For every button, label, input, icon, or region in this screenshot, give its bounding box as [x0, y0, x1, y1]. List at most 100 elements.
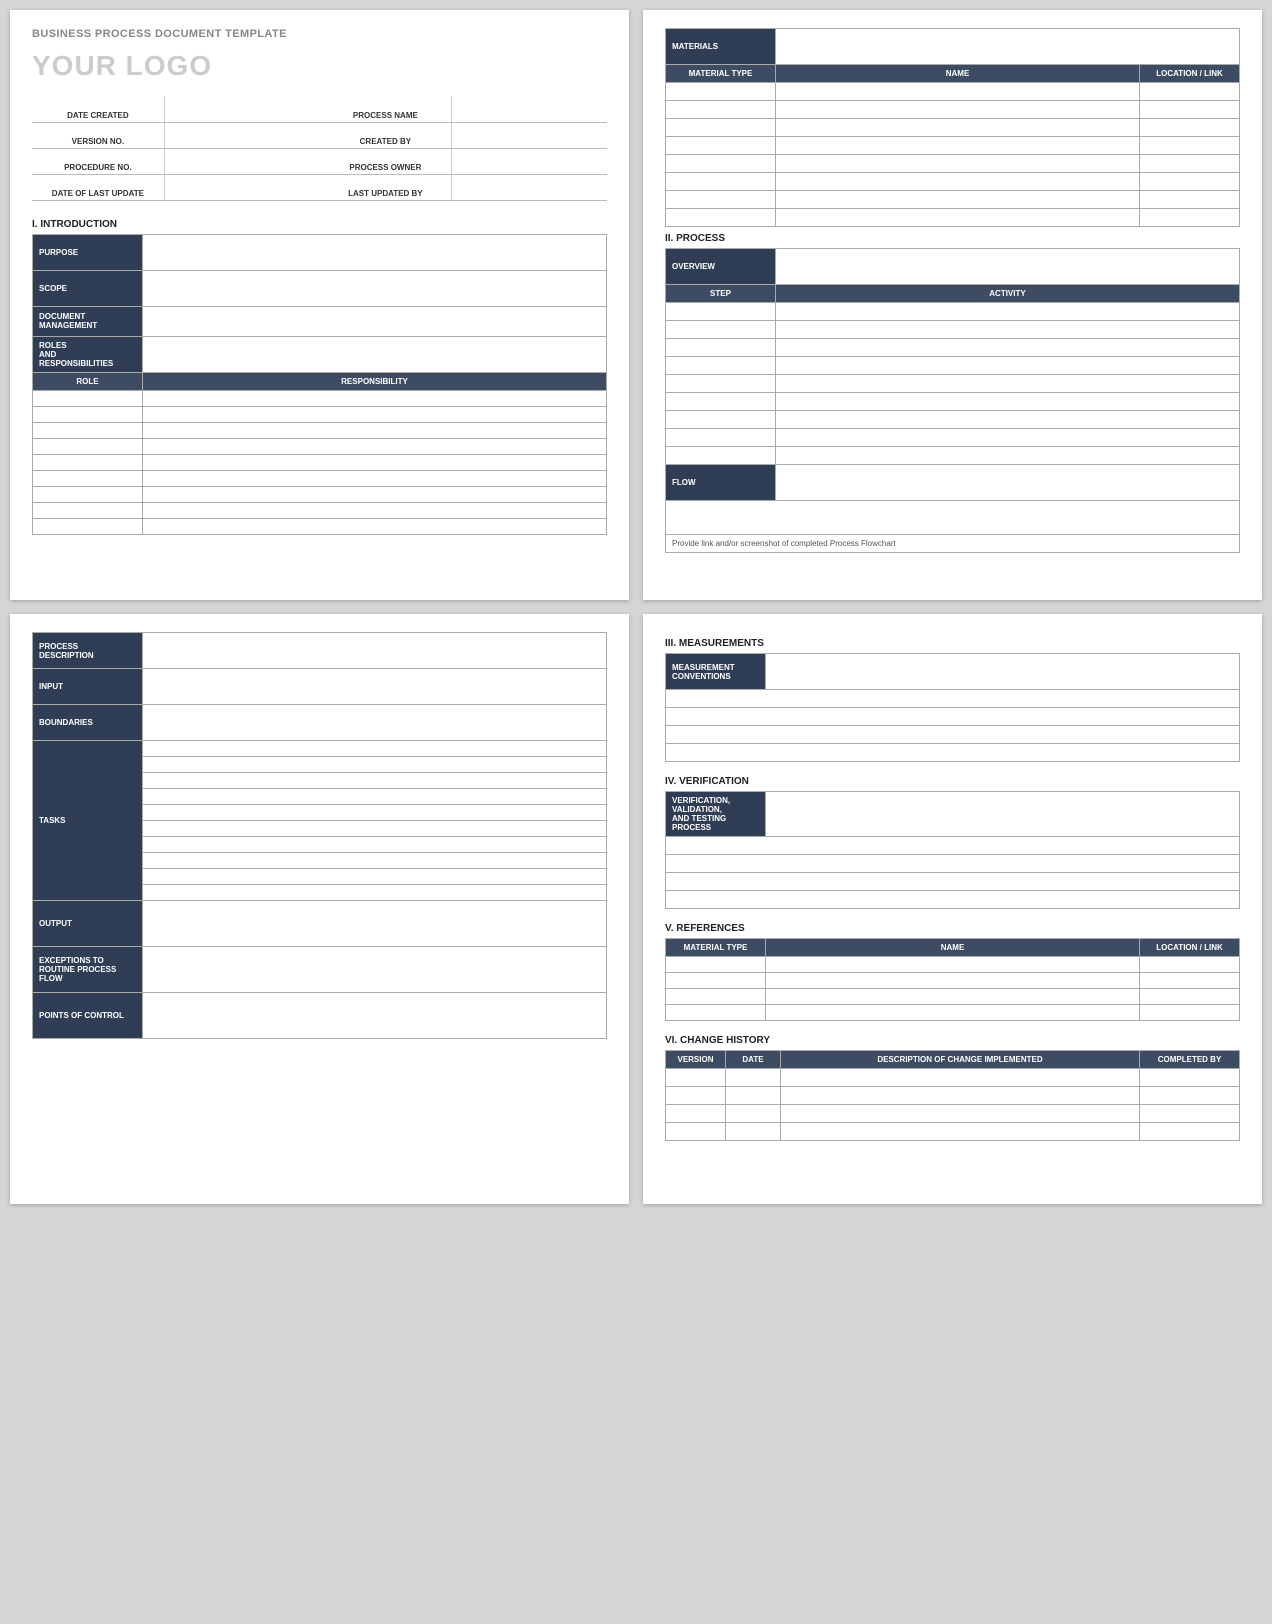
- meta-date-created-value: [164, 96, 319, 122]
- step-cell: [666, 375, 776, 393]
- ref-type-cell: [666, 1005, 766, 1021]
- mat-name-cell: [776, 191, 1140, 209]
- ch-comp-cell: [1140, 1087, 1240, 1105]
- step-cell: [666, 321, 776, 339]
- role-cell: [33, 470, 143, 486]
- ch-comp-cell: [1140, 1069, 1240, 1087]
- task-cell: [143, 805, 607, 821]
- ch-ver-cell: [666, 1087, 726, 1105]
- activity-cell: [776, 303, 1240, 321]
- section-references-heading: V. REFERENCES: [665, 923, 1240, 934]
- ref-loc-cell: [1140, 989, 1240, 1005]
- meta-table: DATE CREATED PROCESS NAME VERSION NO. CR…: [32, 96, 607, 201]
- mat-type-cell: [666, 119, 776, 137]
- activity-cell: [776, 411, 1240, 429]
- role-cell: [33, 486, 143, 502]
- meta-last-update-label: DATE OF LAST UPDATE: [32, 174, 164, 200]
- ref-name-cell: [766, 973, 1140, 989]
- ch-date-cell: [726, 1069, 781, 1087]
- materials-label: MATERIALS: [666, 29, 776, 65]
- points-label: POINTS OF CONTROL: [33, 993, 143, 1039]
- activity-cell: [776, 339, 1240, 357]
- flow-spacer: [666, 501, 1240, 535]
- mat-loc-cell: [1140, 209, 1240, 227]
- document-title: BUSINESS PROCESS DOCUMENT TEMPLATE: [32, 28, 607, 40]
- mat-loc-cell: [1140, 155, 1240, 173]
- ch-ver-cell: [666, 1069, 726, 1087]
- ch-ver-cell: [666, 1123, 726, 1141]
- meta-procedure-value: [164, 148, 319, 174]
- roles-resp-value: [143, 336, 607, 372]
- resp-cell: [143, 390, 607, 406]
- mat-loc-cell: [1140, 83, 1240, 101]
- ref-name-cell: [766, 989, 1140, 1005]
- page-3: PROCESS DESCRIPTION INPUT BOUNDARIES TAS…: [10, 614, 629, 1204]
- exceptions-value: [143, 947, 607, 993]
- resp-cell: [143, 422, 607, 438]
- mat-name-cell: [776, 119, 1140, 137]
- scope-label: SCOPE: [33, 270, 143, 306]
- process-table: OVERVIEW STEP ACTIVITY FLOW Provide link…: [665, 248, 1240, 553]
- output-value: [143, 901, 607, 947]
- ch-desc-cell: [781, 1087, 1140, 1105]
- mat-type-cell: [666, 191, 776, 209]
- role-cell: [33, 390, 143, 406]
- meas-conv-label: MEASUREMENT CONVENTIONS: [666, 654, 766, 690]
- meas-cell: [666, 744, 1240, 762]
- mat-name-cell: [776, 209, 1140, 227]
- mat-type-cell: [666, 83, 776, 101]
- mat-loc-cell: [1140, 173, 1240, 191]
- mat-name-cell: [776, 173, 1140, 191]
- section-measurements-heading: III. MEASUREMENTS: [665, 638, 1240, 649]
- material-location-header: LOCATION / LINK: [1140, 65, 1240, 83]
- step-cell: [666, 447, 776, 465]
- process-desc-value: [143, 633, 607, 669]
- responsibility-header: RESPONSIBILITY: [143, 372, 607, 390]
- meta-process-name-label: PROCESS NAME: [320, 96, 452, 122]
- activity-header: ACTIVITY: [776, 285, 1240, 303]
- verif-cell: [666, 855, 1240, 873]
- activity-cell: [776, 429, 1240, 447]
- ref-loc-cell: [1140, 957, 1240, 973]
- step-cell: [666, 411, 776, 429]
- process-desc-label: PROCESS DESCRIPTION: [33, 633, 143, 669]
- ch-date-header: DATE: [726, 1051, 781, 1069]
- mat-name-cell: [776, 155, 1140, 173]
- change-history-table: VERSION DATE DESCRIPTION OF CHANGE IMPLE…: [665, 1050, 1240, 1141]
- section-intro-heading: I. INTRODUCTION: [32, 219, 607, 230]
- ref-type-cell: [666, 989, 766, 1005]
- mat-name-cell: [776, 137, 1140, 155]
- verif-cell: [666, 837, 1240, 855]
- meta-version-label: VERSION NO.: [32, 122, 164, 148]
- resp-cell: [143, 486, 607, 502]
- materials-value: [776, 29, 1240, 65]
- meta-process-owner-label: PROCESS OWNER: [320, 148, 452, 174]
- task-cell: [143, 821, 607, 837]
- ref-type-header: MATERIAL TYPE: [666, 939, 766, 957]
- material-name-header: NAME: [776, 65, 1140, 83]
- task-cell: [143, 885, 607, 901]
- ch-date-cell: [726, 1123, 781, 1141]
- resp-cell: [143, 470, 607, 486]
- process-desc-table: PROCESS DESCRIPTION INPUT BOUNDARIES TAS…: [32, 632, 607, 1039]
- activity-cell: [776, 375, 1240, 393]
- meta-updated-by-value: [452, 174, 607, 200]
- overview-value: [776, 249, 1240, 285]
- role-cell: [33, 518, 143, 534]
- meta-date-created-label: DATE CREATED: [32, 96, 164, 122]
- ch-completed-header: COMPLETED BY: [1140, 1051, 1240, 1069]
- scope-value: [143, 270, 607, 306]
- step-cell: [666, 393, 776, 411]
- activity-cell: [776, 447, 1240, 465]
- material-type-header: MATERIAL TYPE: [666, 65, 776, 83]
- doc-mgmt-value: [143, 306, 607, 336]
- mat-loc-cell: [1140, 191, 1240, 209]
- points-value: [143, 993, 607, 1039]
- section-process-heading: II. PROCESS: [665, 233, 1240, 244]
- document-grid: BUSINESS PROCESS DOCUMENT TEMPLATE YOUR …: [10, 10, 1262, 1204]
- materials-table: MATERIALS MATERIAL TYPE NAME LOCATION / …: [665, 28, 1240, 227]
- verif-value: [766, 792, 1240, 837]
- ch-ver-cell: [666, 1105, 726, 1123]
- purpose-value: [143, 234, 607, 270]
- step-header: STEP: [666, 285, 776, 303]
